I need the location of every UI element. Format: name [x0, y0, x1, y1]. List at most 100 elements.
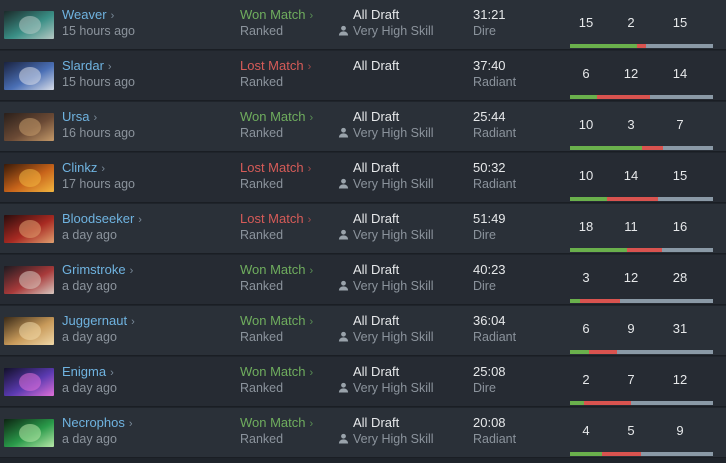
hero-name-link[interactable]: Grimstroke › — [62, 262, 133, 277]
person-icon — [338, 229, 349, 240]
match-side: Radiant — [473, 330, 517, 344]
match-side: Radiant — [473, 75, 517, 89]
match-duration: 20:08 — [473, 415, 506, 430]
match-result: Lost Match — [240, 211, 304, 226]
kills-count: 3 — [582, 270, 590, 285]
kda-bar-deaths — [637, 44, 646, 48]
match-row[interactable]: Bloodseeker › a day ago Lost Match › Ranke… — [0, 204, 726, 254]
hero-portrait[interactable] — [4, 368, 54, 396]
assists-count: 15 — [672, 168, 688, 183]
match-result-link[interactable]: Won Match › — [240, 313, 313, 328]
hero-portrait[interactable] — [4, 113, 54, 141]
chevron-right-icon: › — [309, 316, 314, 328]
assists-count: 7 — [676, 117, 684, 132]
match-row[interactable]: Grimstroke › a day ago Won Match › Ranked … — [0, 255, 726, 305]
kda-bar-assists — [650, 95, 713, 99]
deaths-count: 2 — [627, 15, 635, 30]
hero-name-link[interactable]: Necrophos › — [62, 415, 133, 430]
match-row[interactable]: Enigma › a day ago Won Match › Ranked All … — [0, 357, 726, 407]
match-row[interactable]: Ursa › 16 hours ago Won Match › Ranked All… — [0, 102, 726, 152]
match-duration: 25:08 — [473, 364, 506, 379]
kda-bar-kills — [570, 401, 584, 405]
match-row[interactable]: Necrophos › a day ago Won Match › Ranked A… — [0, 408, 726, 458]
hero-name: Ursa — [62, 109, 90, 124]
match-result-link[interactable]: Won Match › — [240, 109, 313, 124]
match-side: Radiant — [473, 432, 517, 446]
assists-count: 16 — [672, 219, 688, 234]
hero-portrait-image — [4, 113, 54, 141]
hero-portrait[interactable] — [4, 164, 54, 192]
chevron-right-icon: › — [138, 214, 142, 226]
hero-portrait[interactable] — [4, 317, 54, 345]
hero-portrait[interactable] — [4, 419, 54, 447]
match-result-link[interactable]: Won Match › — [240, 415, 313, 430]
hero-portrait[interactable] — [4, 11, 54, 39]
hero-name-link[interactable]: Enigma › — [62, 364, 114, 379]
match-result-link[interactable]: Lost Match › — [240, 160, 311, 175]
match-result-link[interactable]: Won Match › — [240, 262, 313, 277]
match-type: Ranked — [240, 228, 284, 242]
assists-count: 28 — [672, 270, 688, 285]
match-row[interactable]: Juggernaut › a day ago Won Match › Ranked … — [0, 306, 726, 356]
kills-count: 18 — [578, 219, 594, 234]
hero-name-link[interactable]: Clinkz › — [62, 160, 105, 175]
chevron-right-icon: › — [107, 61, 112, 73]
match-result-link[interactable]: Won Match › — [240, 364, 313, 379]
kda-bar-assists — [645, 44, 713, 48]
hero-name-link[interactable]: Weaver › — [62, 7, 114, 22]
match-type: Ranked — [240, 330, 284, 344]
kda-bar-assists — [662, 146, 713, 150]
skill-bracket-label: Very High Skill — [353, 432, 434, 446]
match-side: Dire — [473, 24, 496, 38]
hero-portrait-image — [4, 62, 54, 90]
hero-portrait[interactable] — [4, 215, 54, 243]
match-result-link[interactable]: Lost Match › — [240, 58, 311, 73]
person-icon — [338, 433, 349, 444]
match-result-link[interactable]: Lost Match › — [240, 211, 311, 226]
match-result-link[interactable]: Won Match › — [240, 7, 313, 22]
match-row[interactable]: Slardar › 15 hours ago Lost Match › Ranked… — [0, 51, 726, 101]
match-time-ago: a day ago — [62, 228, 117, 242]
skill-bracket-label: Very High Skill — [353, 279, 434, 293]
kills-count: 6 — [582, 66, 590, 81]
assists-count: 12 — [672, 372, 688, 387]
hero-name-link[interactable]: Juggernaut › — [62, 313, 135, 328]
person-icon — [338, 178, 349, 189]
chevron-right-icon: › — [128, 418, 133, 430]
deaths-count: 3 — [627, 117, 635, 132]
chevron-right-icon: › — [309, 112, 314, 124]
game-mode: All Draft — [353, 415, 400, 430]
hero-name-link[interactable]: Ursa › — [62, 109, 97, 124]
match-side: Dire — [473, 228, 496, 242]
kda-bar-deaths — [606, 197, 658, 201]
kda-bar — [570, 95, 713, 99]
match-result: Won Match — [240, 415, 306, 430]
match-type: Ranked — [240, 126, 284, 140]
hero-name: Juggernaut — [62, 313, 128, 328]
kda-bar-kills — [570, 452, 602, 456]
hero-portrait[interactable] — [4, 266, 54, 294]
skill-bracket: Very High Skill — [338, 432, 434, 446]
match-duration: 31:21 — [473, 7, 506, 22]
hero-name-link[interactable]: Slardar › — [62, 58, 112, 73]
skill-bracket-label: Very High Skill — [353, 126, 434, 140]
kda-bar-kills — [570, 197, 607, 201]
match-type: Ranked — [240, 75, 284, 89]
chevron-right-icon: › — [101, 163, 106, 175]
kills-count: 2 — [582, 372, 590, 387]
hero-name: Clinkz — [62, 160, 98, 175]
match-result: Won Match — [240, 109, 306, 124]
hero-portrait[interactable] — [4, 62, 54, 90]
skill-bracket-label: Very High Skill — [353, 330, 434, 344]
hero-name-link[interactable]: Bloodseeker › — [62, 211, 142, 226]
match-history-list: Weaver › 15 hours ago Won Match › Ranked A… — [0, 0, 726, 463]
kda-bar-deaths — [588, 350, 617, 354]
kills-count: 4 — [582, 423, 590, 438]
match-row[interactable]: Weaver › 15 hours ago Won Match › Ranked A… — [0, 0, 726, 50]
kills-count: 10 — [578, 168, 594, 183]
kda-bar-deaths — [627, 248, 663, 252]
kda-bar-deaths — [596, 95, 651, 99]
match-row[interactable]: Clinkz › 17 hours ago Lost Match › Ranked … — [0, 153, 726, 203]
kills-count: 15 — [578, 15, 594, 30]
person-icon — [338, 280, 349, 291]
